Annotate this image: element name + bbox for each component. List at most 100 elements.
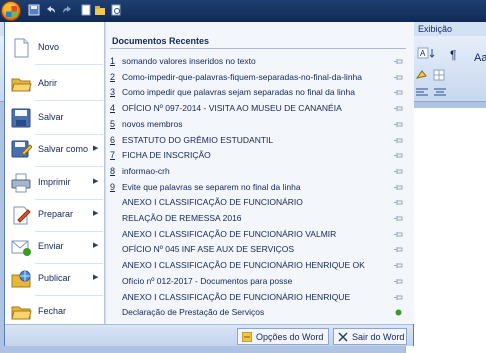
office-menu-footer: Opções do Word Sair do Word [5, 324, 413, 346]
recent-document-item[interactable]: 1 somando valores inseridos no texto [106, 54, 414, 69]
office-logo-icon [6, 6, 17, 17]
recent-document-item[interactable]: 6 ESTATUTO DO GRÊMIO ESTUDANTIL [106, 133, 414, 148]
pin-icon[interactable] [394, 309, 403, 316]
pilcrow-button[interactable]: ¶ [450, 48, 456, 62]
recent-document-name: OFÍCIO Nº 045 INF ASE AUX DE SERVIÇOS [122, 244, 295, 255]
recent-document-name: OFÍCIO Nº 097-2014 - VISITA AO MUSEU DE … [122, 103, 342, 114]
submenu-arrow-icon: ▶ [93, 274, 99, 281]
recent-documents-title: Documentos Recentes [112, 36, 210, 46]
recent-document-item[interactable]: 9 Evite que palavras se separem no final … [106, 180, 414, 195]
recent-document-name: novos membros [122, 118, 183, 129]
menu-item-preparar[interactable]: Preparar ▶ [5, 199, 105, 231]
recent-document-name: ANEXO I CLASSIFICAÇÃO DE FUNCIONÁRIO [122, 197, 303, 208]
recent-document-item[interactable]: 4 OFÍCIO Nº 097-2014 - VISITA AO MUSEU DE… [106, 101, 414, 116]
styles-gallery-fragment[interactable]: Aa [474, 52, 486, 64]
recent-document-number: 6 [110, 134, 116, 145]
recent-document-name: FICHA DE INSCRIÇÃO [122, 150, 211, 161]
recent-document-item[interactable]: OFÍCIO Nº 045 INF ASE AUX DE SERVIÇOS [106, 242, 414, 257]
pin-icon[interactable] [394, 184, 403, 191]
recent-document-item[interactable]: 5 novos membros [106, 117, 414, 132]
menu-item-abrir[interactable]: Abrir [5, 68, 105, 100]
recent-document-number: 8 [110, 165, 116, 176]
recent-document-number: 5 [110, 118, 116, 129]
recent-document-number: 3 [110, 87, 116, 98]
office-menu: Novo Abrir Salvar Salvar como ▶ Imprimir… [4, 22, 414, 346]
recent-document-number: 9 [110, 181, 116, 192]
publish-icon [11, 270, 31, 288]
pin-icon[interactable] [394, 262, 403, 269]
recent-document-number: 1 [110, 56, 116, 66]
recent-document-item[interactable]: Declaração de Prestação de Serviços [106, 305, 414, 320]
pin-icon[interactable] [394, 215, 403, 222]
undo-icon[interactable] [44, 4, 56, 16]
recent-document-name: Evite que palavras se separem no final d… [122, 181, 301, 192]
pin-icon[interactable] [394, 246, 403, 253]
recent-document-name: ESTATUTO DO GRÊMIO ESTUDANTIL [122, 134, 274, 145]
recent-document-name: RELAÇÃO DE REMESSA 2016 [122, 213, 242, 223]
recent-document-item[interactable]: Ofício nº 012-2017 - Documentos para pos… [106, 274, 414, 289]
recent-document-item[interactable]: ANEXO I CLASSIFICAÇÃO DE FUNCIONÁRIO HEN… [106, 290, 414, 305]
close-document-icon [11, 306, 32, 320]
save-as-icon [11, 140, 32, 158]
pin-icon[interactable] [394, 105, 403, 112]
recent-document-item[interactable]: 3 Como impedir que palavras sejam separad… [106, 85, 414, 100]
new-doc-quick-icon[interactable] [80, 4, 92, 16]
submenu-arrow-icon: ▶ [93, 145, 99, 152]
pin-icon[interactable] [394, 121, 403, 128]
recent-document-number: 4 [110, 103, 116, 114]
menu-item-publicar[interactable]: Publicar ▶ [5, 263, 105, 295]
menu-item-salvar-como[interactable]: Salvar como ▶ [5, 134, 105, 166]
pin-icon[interactable] [394, 89, 403, 96]
word-options-button[interactable]: Opções do Word [237, 328, 329, 345]
submenu-arrow-icon: ▶ [93, 242, 99, 249]
new-document-icon [14, 38, 29, 58]
menu-item-imprimir[interactable]: Imprimir ▶ [5, 167, 105, 199]
office-button[interactable] [1, 1, 21, 21]
submenu-arrow-icon: ▶ [93, 210, 99, 217]
menu-item-salvar[interactable]: Salvar [5, 102, 105, 134]
exit-word-button[interactable]: Sair do Word [333, 328, 407, 345]
recent-document-item[interactable]: RELAÇÃO DE REMESSA 2016 [106, 211, 414, 226]
recent-document-number: 7 [110, 150, 116, 161]
recent-document-name: Ofício nº 012-2017 - Documentos para pos… [122, 275, 293, 286]
document-page[interactable] [405, 108, 486, 353]
recent-document-name: Como impedir que palavras sejam separada… [122, 87, 355, 98]
recent-document-item[interactable]: 7 FICHA DE INSCRIÇÃO [106, 148, 414, 163]
title-bar [0, 0, 486, 22]
pin-icon[interactable] [394, 231, 403, 238]
menu-item-enviar[interactable]: Enviar ▶ [5, 231, 105, 263]
print-preview-icon[interactable] [110, 4, 122, 16]
pin-icon[interactable] [394, 168, 403, 175]
send-icon [11, 240, 31, 256]
pin-icon[interactable] [394, 74, 403, 81]
sort-icon[interactable]: A [416, 46, 444, 60]
redo-icon[interactable] [62, 4, 74, 16]
save-quick-icon[interactable] [28, 4, 40, 16]
pin-icon[interactable] [394, 199, 403, 206]
printer-icon [11, 173, 31, 193]
pin-icon[interactable] [394, 137, 403, 144]
paragraph-alignment-icons[interactable] [414, 86, 486, 98]
office-menu-commands: Novo Abrir Salvar Salvar como ▶ Imprimir… [5, 22, 105, 324]
tab-exibicao[interactable]: Exibição [418, 24, 452, 34]
pin-icon[interactable] [394, 294, 403, 301]
shading-icon[interactable] [414, 68, 450, 82]
menu-separator [35, 64, 103, 65]
recent-document-item[interactable]: 2 Como-impedir-que-palavras-fiquem-separa… [106, 70, 414, 85]
pin-icon[interactable] [394, 278, 403, 285]
pin-icon[interactable] [394, 152, 403, 159]
recent-document-name: Como-impedir-que-palavras-fiquem-separad… [122, 71, 362, 82]
prepare-icon [13, 206, 31, 225]
open-quick-icon[interactable] [94, 4, 106, 16]
recent-document-name: ANEXO I CLASSIFICAÇÃO DE FUNCIONÁRIO HEN… [122, 291, 351, 302]
recent-document-name: ANEXO I CLASSIFICAÇÃO DE FUNCIONÁRIO HEN… [122, 260, 365, 271]
recent-document-item[interactable]: ANEXO I CLASSIFICAÇÃO DE FUNCIONÁRIO HEN… [106, 258, 414, 273]
recent-document-item[interactable]: 8 informao-crh [106, 164, 414, 179]
recent-document-item[interactable]: ANEXO I CLASSIFICAÇÃO DE FUNCIONÁRIO VAL… [106, 227, 414, 242]
save-icon [11, 108, 31, 128]
recent-document-item[interactable]: ANEXO I CLASSIFICAÇÃO DE FUNCIONÁRIO [106, 195, 414, 210]
recent-document-name: Declaração de Prestação de Serviços [122, 307, 265, 318]
pin-icon[interactable] [394, 58, 403, 65]
menu-item-novo[interactable]: Novo [5, 32, 105, 64]
recent-document-name: ANEXO I CLASSIFICAÇÃO DE FUNCIONÁRIO VAL… [122, 228, 337, 239]
